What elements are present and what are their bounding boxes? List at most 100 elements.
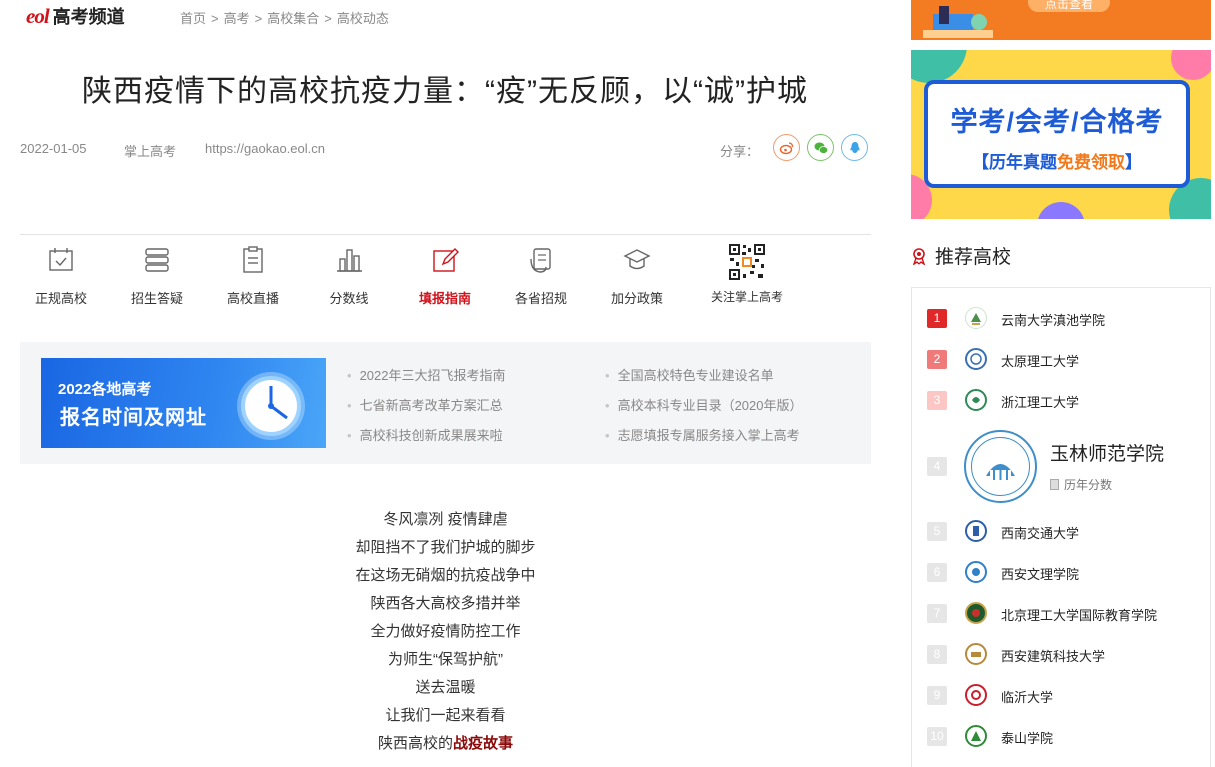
article-line: 为师生“保驾护航” — [388, 651, 503, 668]
calendar-check-icon — [49, 248, 73, 271]
school-link[interactable]: 西南交通大学 — [1001, 523, 1079, 542]
rank-badge: 3 — [927, 391, 947, 410]
school-logo-icon — [965, 643, 987, 665]
bar-chart-icon — [337, 249, 362, 272]
weibo-share-button[interactable] — [773, 134, 800, 161]
nav-score-line[interactable]: 分数线 — [301, 245, 397, 315]
article-line: 却阻挡不了我们护城的脚步 — [355, 539, 536, 556]
featured-school-name[interactable]: 玉林师范学院 — [1050, 439, 1164, 466]
rank-badge: 2 — [927, 350, 947, 369]
recommend-header: 推荐高校 — [911, 242, 1011, 269]
article-source: 掌上高考 — [124, 144, 177, 159]
article-line: 在这场无硝烟的抗疫战争中 — [355, 567, 536, 584]
illustration-icon — [923, 6, 993, 38]
school-link[interactable]: 太原理工大学 — [1001, 351, 1079, 370]
document-icon — [1050, 479, 1059, 490]
article-line: 全力做好疫情防控工作 — [370, 623, 521, 640]
rank-badge: 1 — [927, 309, 947, 328]
clipboard-icon — [243, 246, 263, 273]
recommend-title: 推荐高校 — [935, 247, 1012, 268]
nav-label: 正规高校 — [34, 291, 87, 306]
banner-line2: 报名时间及网址 — [60, 407, 207, 429]
rank-badge: 7 — [927, 604, 947, 623]
top-ad-banner[interactable]: 点击查看 — [911, 0, 1211, 40]
school-link[interactable]: 云南大学滇池学院 — [1001, 310, 1105, 329]
school-logo-icon — [965, 725, 987, 747]
article-date: 2022-01-05 — [20, 141, 87, 156]
ad-card: 学考/会考/合格考 【历年真题免费领取】 — [924, 80, 1190, 188]
wechat-share-button[interactable] — [807, 134, 834, 161]
school-link[interactable]: 西安文理学院 — [1001, 564, 1079, 583]
school-link[interactable]: 浙江理工大学 — [1001, 392, 1079, 411]
school-link[interactable]: 北京理工大学国际教育学院 — [1001, 605, 1157, 624]
share-label: 分享： — [720, 144, 760, 159]
stack-icon — [145, 248, 169, 272]
eol-logo-mark: eol — [26, 3, 50, 28]
yulin-logo-icon[interactable] — [964, 430, 1037, 503]
school-logo-icon — [965, 389, 987, 411]
school-link[interactable]: 泰山学院 — [1001, 728, 1053, 747]
nav-bonus-policy[interactable]: 加分政策 — [589, 245, 685, 315]
article-line: 陕西各大高校多措并举 — [370, 595, 521, 612]
promo-link[interactable]: 全国高校特色专业建设名单 — [605, 365, 774, 384]
nav-application-guide[interactable]: 填报指南 — [397, 245, 493, 315]
rank-badge: 5 — [927, 522, 947, 541]
rank-badge: 8 — [927, 645, 947, 664]
exam-papers-ad[interactable]: 学考/会考/合格考 【历年真题免费领取】 — [911, 50, 1211, 219]
nav-provincial-rules[interactable]: 各省招规 — [493, 245, 589, 315]
nav-regular-colleges[interactable]: 正规高校 — [13, 245, 109, 315]
school-logo-icon — [965, 561, 987, 583]
article-highlight: 战疫故事 — [453, 735, 514, 752]
nav-admission-qa[interactable]: 招生答疑 — [109, 245, 205, 315]
school-logo-icon — [965, 602, 987, 624]
wechat-icon — [814, 142, 828, 154]
exam-registration-banner[interactable]: 2022各地高考 报名时间及网址 — [41, 358, 326, 448]
promo-link[interactable]: 高校本科专业目录（2020年版） — [605, 395, 803, 414]
rank-badge: 10 — [927, 727, 947, 746]
historical-scores-link[interactable]: 历年分数 — [1050, 476, 1112, 493]
school-link[interactable]: 西安建筑科技大学 — [1001, 646, 1105, 665]
article-line: 冬风凛冽 疫情肆虐 — [383, 511, 508, 528]
article-body: 冬风凛冽 疫情肆虐 却阻挡不了我们护城的脚步 在这场无硝烟的抗疫战争中 陕西各大… — [20, 506, 871, 758]
nav-label: 填报指南 — [418, 291, 471, 306]
weibo-icon — [779, 141, 793, 154]
promo-link[interactable]: 2022年三大招飞报考指南 — [347, 365, 506, 384]
rank-badge: 4 — [927, 457, 947, 476]
article-line-last: 陕西高校的战疫故事 — [20, 730, 871, 758]
eol-logo[interactable]: eol 高考频道 — [26, 3, 161, 29]
breadcrumb-news[interactable]: 高校动态 — [337, 11, 389, 26]
nav-label: 关注掌上高考 — [710, 290, 783, 304]
qq-share-button[interactable] — [841, 134, 868, 161]
nav-label: 各省招规 — [514, 291, 567, 306]
breadcrumb-gaokao[interactable]: 高考 — [224, 11, 250, 26]
award-icon — [912, 247, 926, 265]
school-logo-icon — [965, 520, 987, 542]
nav-college-live[interactable]: 高校直播 — [205, 245, 301, 315]
qr-code-icon — [728, 243, 766, 281]
ad-subtitle: 【历年真题免费领取】 — [972, 153, 1142, 172]
promo-link[interactable]: 志愿填报专属服务接入掌上高考 — [605, 425, 800, 444]
school-logo-icon — [965, 684, 987, 706]
clock-icon — [237, 372, 305, 440]
promo-link[interactable]: 高校科技创新成果展来啦 — [347, 425, 503, 444]
nav-label: 招生答疑 — [130, 291, 183, 306]
nav-follow-app[interactable]: 关注掌上高考 — [699, 243, 795, 315]
qq-icon — [849, 141, 860, 153]
school-logo-icon — [965, 348, 987, 370]
school-logo-icon — [965, 307, 987, 329]
banner-line1: 2022各地高考 — [58, 381, 152, 398]
breadcrumb-colleges[interactable]: 高校集合 — [267, 11, 319, 26]
breadcrumb-home[interactable]: 首页 — [180, 11, 206, 26]
rank-badge: 9 — [927, 686, 947, 705]
article-url[interactable]: https://gaokao.eol.cn — [205, 141, 325, 156]
rank-badge: 6 — [927, 563, 947, 582]
article-line: 让我们一起来看看 — [385, 707, 506, 724]
article-line-prefix: 陕西高校的 — [377, 735, 453, 752]
article-title: 陕西疫情下的高校抗疫力量：“疫”无反顾，以“诚”护城 — [82, 75, 808, 108]
nav-label: 分数线 — [329, 291, 369, 306]
school-link[interactable]: 临沂大学 — [1001, 687, 1053, 706]
ad-title: 学考/会考/合格考 — [950, 107, 1164, 137]
promo-link[interactable]: 七省新高考改革方案汇总 — [347, 395, 503, 414]
graduation-cap-icon — [623, 249, 651, 270]
view-button[interactable]: 点击查看 — [1028, 0, 1110, 12]
